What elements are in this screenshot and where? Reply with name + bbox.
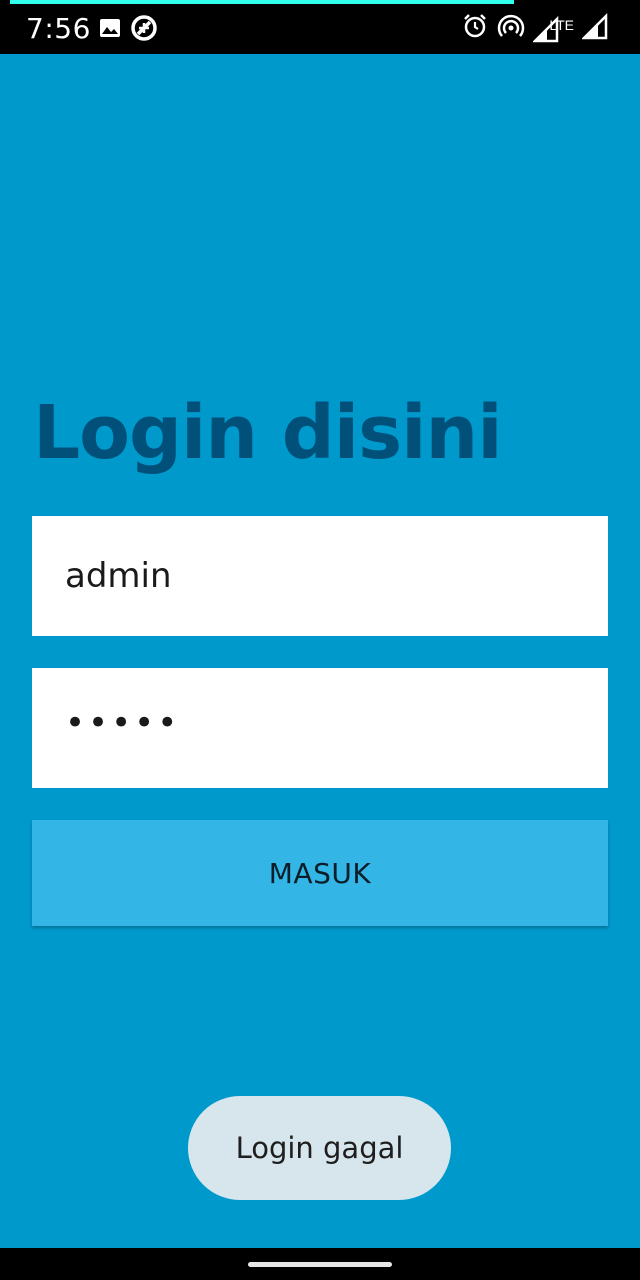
password-input[interactable]: ••••• <box>32 668 608 788</box>
signal-icon <box>580 12 608 45</box>
username-input[interactable]: admin <box>32 516 608 636</box>
image-icon <box>98 16 122 45</box>
hotspot-icon <box>497 12 525 45</box>
status-left-icons <box>98 14 158 47</box>
top-progress-line <box>10 0 514 4</box>
status-bar: 7:56 LTE <box>0 0 640 54</box>
signal-lte-icon: LTE <box>533 15 574 43</box>
toast-message: Login gagal <box>188 1096 451 1200</box>
toast-text: Login gagal <box>235 1131 404 1165</box>
status-right-icons: LTE <box>461 12 608 45</box>
network-type-label: LTE <box>549 16 574 33</box>
status-time: 7:56 <box>26 12 91 45</box>
alarm-icon <box>461 12 489 45</box>
page-title: Login disini <box>33 390 503 476</box>
login-button-label: MASUK <box>268 856 372 890</box>
password-masked-value: ••••• <box>65 703 181 743</box>
data-saver-icon <box>130 14 158 47</box>
login-button[interactable]: MASUK <box>32 820 608 926</box>
home-indicator[interactable] <box>248 1262 392 1267</box>
username-value: admin <box>65 556 172 596</box>
navigation-bar <box>0 1248 640 1280</box>
